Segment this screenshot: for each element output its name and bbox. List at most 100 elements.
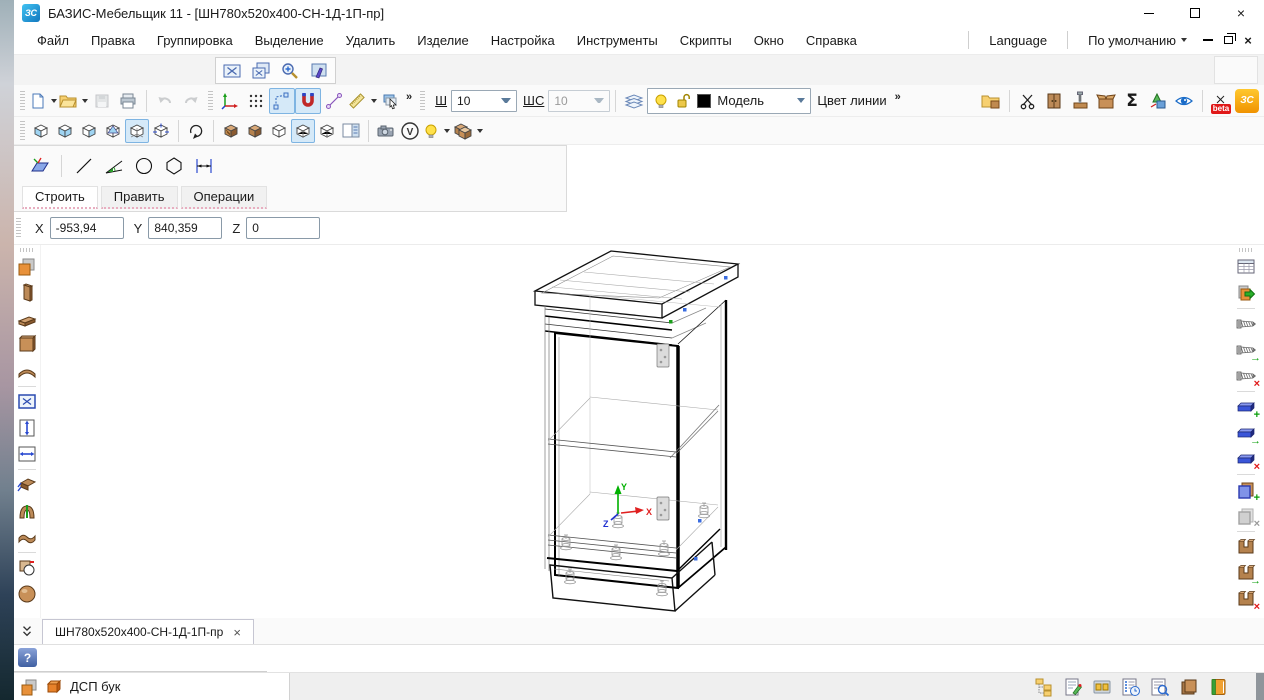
panel-contour-button[interactable] — [15, 556, 39, 580]
bazis-home-button[interactable]: ЗС — [1234, 88, 1260, 114]
fastener-delete-button[interactable]: × — [1234, 364, 1258, 388]
panel-horizontal-button[interactable] — [15, 307, 39, 331]
panel-frontal-button[interactable] — [15, 333, 39, 357]
fastener-edit-button[interactable]: → — [1234, 338, 1258, 362]
cutting-button[interactable] — [1015, 88, 1041, 114]
materials-button[interactable] — [451, 119, 484, 143]
x-input[interactable]: -953,94 — [50, 217, 124, 239]
draw-polygon-button[interactable] — [161, 153, 187, 179]
drilling-button[interactable] — [1067, 88, 1093, 114]
view-fit-button[interactable] — [149, 119, 173, 143]
step-combo[interactable]: 10 — [548, 90, 610, 112]
fit-view-button[interactable] — [219, 58, 245, 84]
menu-grouping[interactable]: Группировка — [146, 26, 244, 54]
lighting-button[interactable] — [422, 119, 451, 143]
render-textured-button[interactable] — [219, 119, 243, 143]
view-right-button[interactable] — [77, 119, 101, 143]
panel-height-button[interactable] — [15, 416, 39, 440]
redraw-button[interactable] — [306, 58, 332, 84]
tab-build[interactable]: Строить — [22, 186, 98, 209]
zoom-in-button[interactable] — [277, 58, 303, 84]
menu-product[interactable]: Изделие — [406, 26, 479, 54]
mdi-close-button[interactable]: × — [1238, 30, 1258, 50]
panel-curved-button[interactable] — [15, 359, 39, 383]
cutting-beta-button[interactable]: beta — [1208, 88, 1234, 114]
render-hidden-edges-button[interactable] — [315, 119, 339, 143]
groove-add-button[interactable] — [1234, 535, 1258, 559]
redo-button[interactable] — [178, 88, 204, 114]
panel-bent-button[interactable] — [15, 473, 39, 497]
menu-file[interactable]: Файл — [26, 26, 80, 54]
view-isometric-button[interactable] — [125, 119, 149, 143]
menu-help[interactable]: Справка — [795, 26, 868, 54]
report-button[interactable] — [1061, 675, 1085, 699]
close-button[interactable]: × — [1218, 0, 1264, 26]
tab-close-icon[interactable]: × — [233, 625, 241, 640]
snap-button[interactable] — [269, 88, 295, 114]
workplane-button[interactable] — [26, 153, 52, 179]
menu-settings[interactable]: Настройка — [480, 26, 566, 54]
facing-delete-button[interactable]: × — [1234, 504, 1258, 528]
overflow-chevron[interactable]: » — [895, 91, 901, 103]
object-snap-button[interactable] — [295, 88, 321, 114]
render-white-button[interactable] — [267, 119, 291, 143]
coordinate-system-button[interactable] — [217, 88, 243, 114]
layers-select-button[interactable] — [378, 88, 404, 114]
snapshot-button[interactable] — [374, 119, 398, 143]
help-button[interactable]: ? — [18, 648, 37, 667]
panels-list-button[interactable] — [1090, 675, 1114, 699]
fastener-add-button[interactable] — [1234, 312, 1258, 336]
menu-scripts[interactable]: Скрипты — [669, 26, 743, 54]
facing-add-button[interactable]: + — [1234, 478, 1258, 502]
spec-table-button[interactable] — [1234, 255, 1258, 279]
new-document-button[interactable] — [29, 88, 58, 114]
sphere-button[interactable] — [15, 582, 39, 606]
menu-delete[interactable]: Удалить — [335, 26, 407, 54]
menu-selection[interactable]: Выделение — [244, 26, 335, 54]
calculation-button[interactable]: Σ — [1119, 88, 1145, 114]
grid-button[interactable] — [243, 88, 269, 114]
edge-band-delete-button[interactable]: × — [1234, 447, 1258, 471]
export-3d-button[interactable] — [1145, 88, 1171, 114]
view-left-button[interactable] — [53, 119, 77, 143]
toolbar-grip[interactable] — [420, 91, 425, 111]
project-tree-button[interactable] — [1032, 675, 1056, 699]
y-input[interactable]: 840,359 — [148, 217, 222, 239]
toolbar-grip[interactable] — [1239, 248, 1253, 252]
draw-angle-line-button[interactable] — [101, 153, 127, 179]
tab-edit[interactable]: Править — [101, 186, 178, 209]
mdi-minimize-button[interactable] — [1198, 30, 1218, 50]
tab-operations[interactable]: Операции — [181, 186, 268, 209]
maximize-button[interactable] — [1172, 0, 1218, 26]
material-swatches-icon[interactable] — [20, 678, 38, 696]
fit-all-windows-button[interactable] — [248, 58, 274, 84]
ruler-button[interactable] — [347, 88, 378, 114]
document-tab[interactable]: ШН780х520х400-СН-1Д-1П-пр × — [42, 619, 254, 644]
search-list-button[interactable] — [1148, 675, 1172, 699]
layer-combo-value[interactable]: Модель — [717, 93, 791, 108]
save-button[interactable] — [89, 88, 115, 114]
open-document-button[interactable] — [58, 88, 89, 114]
panel-by-size-button[interactable] — [15, 390, 39, 414]
print-button[interactable] — [115, 88, 141, 114]
layer-color-swatch[interactable] — [697, 94, 711, 108]
layer-visibility-bulb-icon[interactable] — [653, 93, 669, 109]
handbook-button[interactable] — [1206, 675, 1230, 699]
menu-window[interactable]: Окно — [743, 26, 795, 54]
undo-button[interactable] — [152, 88, 178, 114]
render-wireframe-button[interactable] — [291, 119, 315, 143]
panel-any-button[interactable] — [15, 255, 39, 279]
layers-manager-button[interactable] — [621, 88, 647, 114]
render-engine-button[interactable]: V — [398, 119, 422, 143]
groove-edit-button[interactable]: → — [1234, 561, 1258, 585]
panel-wavy-button[interactable] — [15, 525, 39, 549]
layer-lock-icon[interactable] — [675, 93, 691, 109]
toolbar-grip[interactable] — [20, 91, 25, 111]
toolbar-grip[interactable] — [20, 248, 34, 252]
panel-vertical-button[interactable] — [15, 281, 39, 305]
panel-arched-button[interactable] — [15, 499, 39, 523]
cabinet-module-button[interactable] — [1041, 88, 1067, 114]
toolbar-grip[interactable] — [208, 91, 213, 111]
export-panels-button[interactable] — [1234, 281, 1258, 305]
measure-button[interactable] — [321, 88, 347, 114]
